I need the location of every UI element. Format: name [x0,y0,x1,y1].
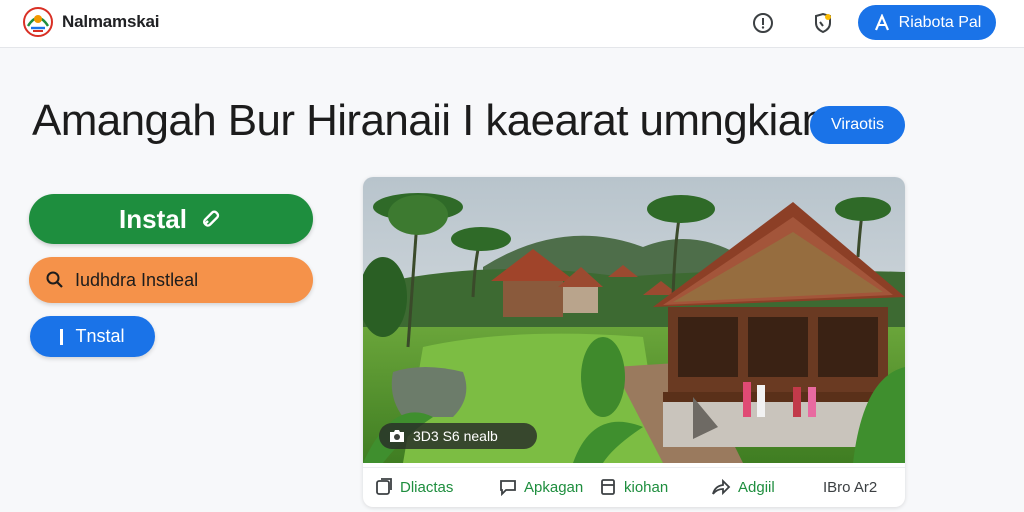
sign-in-button[interactable]: Riabota Pal [858,5,996,40]
small-install-label: Tnstal [75,326,125,346]
action-save[interactable]: kiohan [599,476,668,498]
action-share[interactable]: Adgiil [711,476,775,498]
share-icon [712,478,731,496]
pencil-icon [202,210,220,227]
headline-badge-button[interactable]: Viraotis [810,106,905,144]
photo-info-chip[interactable]: 3D3 S6 nealb [379,423,537,449]
bookmark-icon [601,479,615,495]
action-share-label: Adgiil [738,478,775,496]
action-more-label: IBro Ar2 [823,478,878,496]
install-button[interactable]: Instal [29,194,313,244]
small-install-button[interactable]: Tnstal [30,316,155,357]
info-icon[interactable] [750,10,776,36]
action-more[interactable]: IBro Ar2 [823,476,877,498]
action-comment[interactable]: Apkagan [499,476,583,498]
person-icon [874,13,889,30]
search-icon [46,271,63,288]
action-photos[interactable]: Dliactas [375,476,453,498]
shield-icon[interactable] [810,10,836,36]
comment-icon [500,480,516,496]
action-photos-label: Dliactas [400,478,454,496]
action-save-label: kiohan [624,478,669,496]
logo-icon[interactable] [22,6,54,38]
village-photo-card[interactable]: 3D3 S6 nealb Dliactas Apkagan kiohan Adg… [363,177,905,507]
search-install-button[interactable]: Iudhdra Instleal [29,257,313,303]
bar-icon [60,328,64,345]
search-install-label: Iudhdra Instleal [75,269,199,290]
card-action-bar: Dliactas Apkagan kiohan Adgiil IBro Ar2 [363,467,905,507]
village-photo [363,177,905,463]
install-label: Instal [119,203,187,234]
top-bar: Nalmamskai Riabota Pal [0,0,1024,48]
page-title: Amangah Bur Hiranaii I kaearat umngkian [32,96,826,145]
app-name: Nalmamskai [62,12,160,31]
photo-chip-label: 3D3 S6 nealb [413,428,498,444]
sign-in-label: Riabota Pal [898,13,982,31]
camera-icon [390,430,404,442]
photo-icon [376,478,392,495]
action-comment-label: Apkagan [524,478,584,496]
